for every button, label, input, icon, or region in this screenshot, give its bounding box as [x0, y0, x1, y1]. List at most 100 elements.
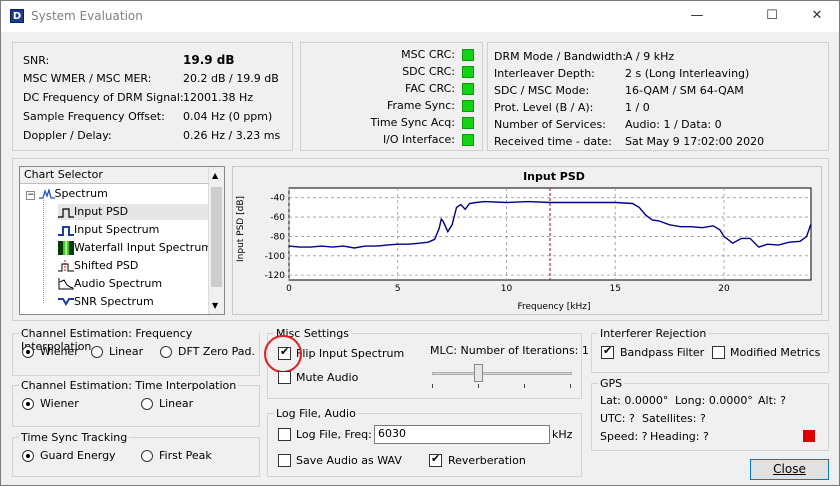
maximize-button[interactable]: ☐	[752, 5, 792, 27]
snr-spectrum-icon	[58, 298, 74, 306]
status-panel: SNR: 19.9 dB MSC WMER / MSC MER: 20.2 dB…	[12, 42, 293, 151]
freq-linear-radio[interactable]	[91, 346, 103, 358]
reverberation-label[interactable]: Reverberation	[448, 454, 526, 467]
shifted-psd-icon	[58, 260, 74, 272]
snr-label: SNR:	[23, 54, 50, 67]
sdc-crc-label: SDC CRC:	[402, 65, 455, 78]
tree-item-shifted-psd[interactable]: Shifted PSD	[58, 258, 138, 274]
dc-frequency-label: DC Frequency of DRM Signal:	[23, 91, 184, 104]
modified-metrics-label[interactable]: Modified Metrics	[730, 346, 820, 359]
fac-crc-label: FAC CRC:	[405, 82, 455, 95]
time-interp-title: Channel Estimation: Time Interpolation	[19, 379, 239, 392]
msc-crc-label: MSC CRC:	[401, 48, 455, 61]
gps-alt: Alt: ?	[758, 394, 786, 407]
guard-energy-label[interactable]: Guard Energy	[40, 449, 116, 462]
sample-offset-value: 0.04 Hz (0 ppm)	[183, 110, 273, 123]
y-tick-label: -120	[265, 271, 286, 281]
time-linear-radio[interactable]	[141, 398, 153, 410]
freq-wiener-radio[interactable]	[22, 346, 34, 358]
chart-selector-header: Chart Selector	[20, 167, 210, 184]
msc-crc-led	[462, 49, 474, 61]
tree-scrollbar[interactable]: ▲ ▼	[208, 167, 224, 314]
mer-value: 20.2 dB / 19.9 dB	[183, 72, 279, 85]
tree-item-input-spectrum[interactable]: Input Spectrum	[58, 222, 159, 238]
time-sync-group: Time Sync Tracking Guard Energy First Pe…	[12, 431, 260, 477]
psd-icon	[58, 208, 74, 218]
close-window-button[interactable]: ✕	[797, 5, 837, 27]
input-psd-chart: Input PSD Input PSD [dB] Frequency [kHz]…	[232, 166, 822, 315]
mlc-iterations-slider[interactable]	[430, 362, 574, 388]
time-linear-label[interactable]: Linear	[159, 397, 193, 410]
bandpass-filter-checkbox[interactable]	[601, 344, 614, 359]
scroll-down-icon[interactable]: ▼	[212, 301, 218, 310]
chart-svg: Input PSD Input PSD [dB] Frequency [kHz]…	[236, 170, 812, 312]
log-frequency-input[interactable]: 6030	[374, 425, 550, 444]
mute-audio-checkbox[interactable]	[278, 371, 291, 384]
tree-item-audio-spectrum[interactable]: Audio Spectrum	[58, 276, 162, 292]
tree-item-label: Input PSD	[74, 205, 129, 218]
gps-utc: UTC: ?	[600, 412, 635, 425]
log-file-checkbox[interactable]	[278, 428, 291, 441]
close-button[interactable]: Close	[750, 459, 829, 480]
sample-offset-label: Sample Frequency Offset:	[23, 110, 165, 123]
scroll-up-icon[interactable]: ▲	[212, 171, 218, 180]
app-icon: D	[10, 9, 24, 23]
save-audio-label[interactable]: Save Audio as WAV	[296, 454, 402, 467]
gps-group: GPS Lat: 0.0000° Long: 0.0000° Alt: ? UT…	[591, 377, 829, 451]
bandpass-filter-label[interactable]: Bandpass Filter	[620, 346, 704, 359]
gps-status-indicator	[803, 430, 815, 442]
modified-metrics-checkbox[interactable]	[712, 346, 725, 359]
chart-title: Input PSD	[523, 170, 585, 183]
spectrum-root-icon	[38, 187, 55, 199]
gps-lat: Lat: 0.0000°	[600, 394, 669, 407]
chart-selector-tree[interactable]: Chart Selector − Spectrum Input PSD Inpu…	[19, 166, 225, 315]
mer-label: MSC WMER / MSC MER:	[23, 72, 152, 85]
log-file-label[interactable]: Log File, Freq:	[296, 428, 372, 441]
highlight-circle	[264, 335, 302, 373]
first-peak-label[interactable]: First Peak	[159, 449, 212, 462]
tree-root-spectrum[interactable]: − Spectrum	[26, 186, 108, 202]
io-interface-led	[462, 134, 474, 146]
tree-item-input-psd[interactable]: Input PSD	[58, 204, 208, 220]
slider-thumb[interactable]	[473, 364, 483, 382]
guard-energy-radio[interactable]	[22, 450, 34, 462]
tree-item-label: Waterfall Input Spectrum	[74, 241, 213, 254]
y-tick-label: -100	[265, 252, 286, 262]
freq-wiener-label[interactable]: Wiener	[40, 345, 79, 358]
time-wiener-label[interactable]: Wiener	[40, 397, 79, 410]
prot-level-value: 1 / 0	[625, 101, 650, 114]
log-file-group: Log File, Audio Log File, Freq: 6030 kHz…	[267, 407, 582, 477]
sdc-msc-mode-value: 16-QAM / SM 64-QAM	[625, 84, 744, 97]
title-bar: D System Evaluation — ☐ ✕	[1, 1, 839, 32]
freq-dft-radio[interactable]	[160, 346, 172, 358]
x-tick-label: 15	[610, 284, 621, 294]
chart-x-axis-label: Frequency [kHz]	[517, 302, 590, 312]
tree-item-waterfall[interactable]: Waterfall Input Spectrum	[58, 240, 212, 256]
frame-sync-led	[462, 100, 474, 112]
tree-root-label: Spectrum	[54, 187, 108, 200]
x-tick-label: 20	[718, 284, 730, 294]
services-value: Audio: 1 / Data: 0	[625, 118, 722, 131]
misc-settings-group: Misc Settings Flip Input Spectrum Mute A…	[264, 327, 589, 399]
y-tick-label: -40	[270, 194, 285, 204]
frequency-unit-label: kHz	[552, 428, 573, 441]
minimize-button[interactable]: —	[677, 5, 717, 27]
audio-spectrum-icon	[58, 278, 74, 290]
freq-dft-label[interactable]: DFT Zero Pad.	[178, 345, 255, 358]
reverberation-checkbox[interactable]	[429, 452, 442, 467]
slider-ticks	[432, 384, 572, 388]
save-audio-checkbox[interactable]	[278, 454, 291, 467]
freq-linear-label[interactable]: Linear	[109, 345, 143, 358]
scroll-thumb[interactable]	[211, 187, 222, 287]
close-button-label: Close	[773, 462, 806, 476]
time-wiener-radio[interactable]	[22, 398, 34, 410]
time-sync-title: Time Sync Tracking	[19, 431, 130, 444]
freq-interp-group: Channel Estimation: Frequency Interpolat…	[12, 327, 260, 376]
drm-mode-label: DRM Mode / Bandwidth:	[494, 50, 627, 63]
flip-spectrum-label[interactable]: Flip Input Spectrum	[296, 347, 404, 360]
tree-expander-icon[interactable]: −	[26, 191, 35, 200]
interleaver-label: Interleaver Depth:	[494, 67, 595, 80]
mute-audio-label[interactable]: Mute Audio	[296, 371, 358, 384]
first-peak-radio[interactable]	[141, 450, 153, 462]
tree-item-snr-spectrum[interactable]: SNR Spectrum	[58, 294, 154, 310]
